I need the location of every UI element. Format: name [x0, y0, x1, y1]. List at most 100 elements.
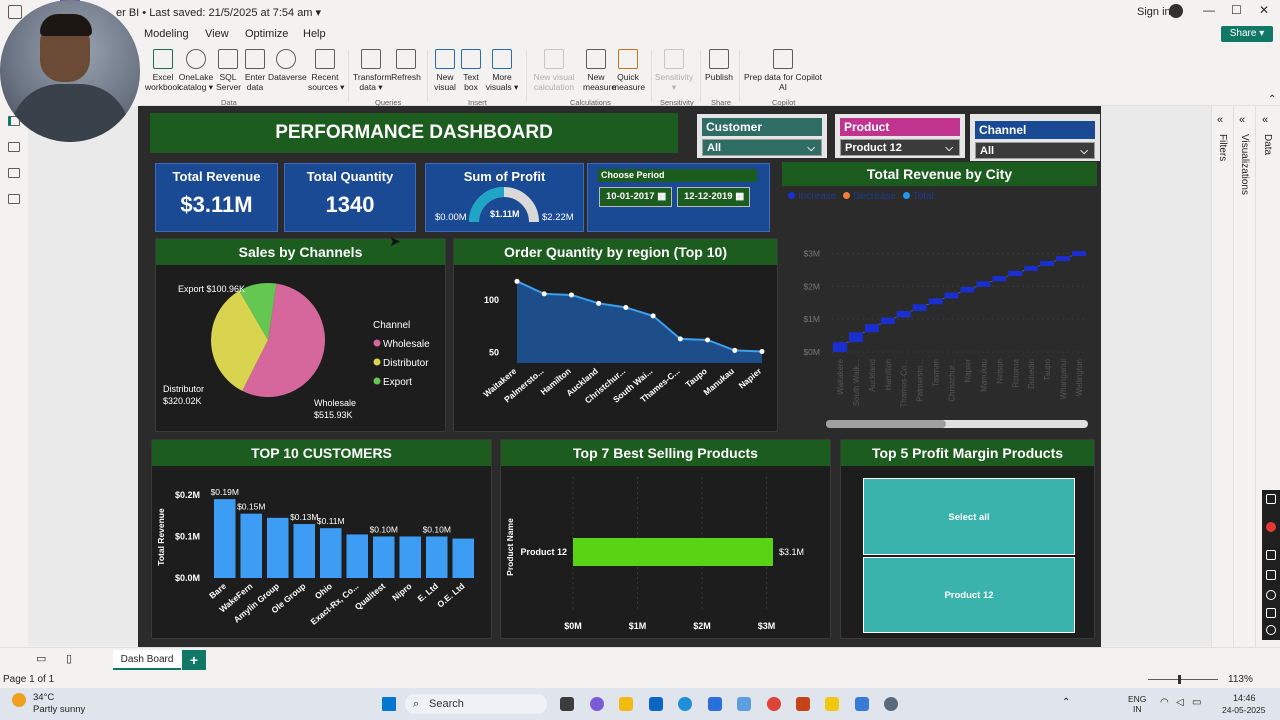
- clock-date[interactable]: 24-05-2025: [1222, 705, 1265, 715]
- microphone-icon[interactable]: [1266, 550, 1276, 560]
- add-page-button[interactable]: +: [182, 650, 206, 670]
- refresh-button[interactable]: Refresh: [391, 49, 421, 82]
- date-range-slicer[interactable]: Choose Period 10-01-2017 ▦ 12-12-2019 ▦: [587, 163, 770, 232]
- recent-sources-button[interactable]: Recent sources ▾: [308, 49, 344, 92]
- profit-gauge-card[interactable]: Sum of Profit $0.00M $1.11M $2.22M: [425, 163, 584, 232]
- chevron-up-icon[interactable]: ⌃: [1062, 697, 1070, 708]
- text-box-button[interactable]: Text box: [460, 49, 482, 92]
- more-visuals-button[interactable]: More visuals ▾: [485, 49, 519, 92]
- settings-icon[interactable]: [884, 697, 898, 711]
- publish-button[interactable]: Publish: [704, 49, 734, 82]
- expand-icon[interactable]: «: [1217, 114, 1223, 126]
- record-icon[interactable]: [1266, 522, 1276, 532]
- scrollbar-thumb[interactable]: [826, 420, 946, 428]
- menu-view[interactable]: View: [205, 28, 229, 40]
- top-customers-visual[interactable]: TOP 10 CUSTOMERS Total Revenue $0.2M $0.1M…: [151, 439, 492, 639]
- language-indicator[interactable]: ENG IN: [1128, 694, 1146, 714]
- camera-icon[interactable]: [1266, 494, 1276, 504]
- windows-start-icon[interactable]: [382, 697, 396, 711]
- sales-by-channels-visual[interactable]: Sales by Channels Wholesale $515.93K Distr…: [155, 238, 446, 432]
- onelake-catalog-button[interactable]: OneLake catalog ▾: [178, 49, 214, 92]
- order-quantity-visual[interactable]: Order Quantity by region (Top 10) 100 50 W…: [453, 238, 778, 432]
- model-view-icon[interactable]: [8, 168, 20, 178]
- menu-modeling[interactable]: Modeling: [144, 28, 189, 40]
- copilot-icon[interactable]: [590, 697, 604, 711]
- quick-measure-button[interactable]: Quick measure: [612, 49, 645, 92]
- visualizations-label[interactable]: Visualizations: [1239, 134, 1250, 195]
- data-label[interactable]: Data: [1262, 134, 1273, 155]
- speaker-icon[interactable]: [1266, 570, 1276, 580]
- wifi-icon[interactable]: ◠: [1160, 697, 1169, 708]
- table-view-icon[interactable]: [8, 142, 20, 152]
- mobile-layout-icon[interactable]: ▯: [66, 652, 72, 665]
- best-selling-products-visual[interactable]: Top 7 Best Selling Products Product Name…: [500, 439, 831, 639]
- excel-workbook-button[interactable]: Excel workbook: [145, 49, 181, 92]
- sensitivity-button[interactable]: Sensitivity ▾: [654, 49, 694, 92]
- weather-icon[interactable]: [12, 693, 26, 707]
- minimize-icon[interactable]: —: [1203, 3, 1215, 17]
- enter-data-button[interactable]: Enter data: [243, 49, 267, 92]
- prep-data-copilot-button[interactable]: Prep data for Copilot AI: [743, 49, 823, 92]
- task-view-icon[interactable]: [560, 697, 574, 711]
- customer-slicer[interactable]: Customer All ⌵: [697, 114, 827, 158]
- clock-time[interactable]: 14:46: [1233, 693, 1256, 703]
- end-date-input[interactable]: 12-12-2019 ▦: [677, 187, 750, 207]
- share-button[interactable]: Share ▾: [1221, 26, 1273, 42]
- zoom-slider[interactable]: [1148, 679, 1218, 680]
- file-explorer-icon[interactable]: [619, 697, 633, 711]
- taskbar-search[interactable]: ⌕ Search: [405, 694, 547, 714]
- filters-pane[interactable]: « Filters: [1211, 106, 1233, 647]
- snipping-tool-icon[interactable]: [737, 697, 751, 711]
- sign-in-button[interactable]: Sign in: [1137, 6, 1171, 18]
- user-icon[interactable]: [1169, 4, 1183, 18]
- zoom-slider-thumb[interactable]: [1178, 675, 1181, 684]
- menu-help[interactable]: Help: [303, 28, 326, 40]
- visualizations-pane[interactable]: « Visualizations: [1233, 106, 1255, 647]
- channel-slicer-dropdown[interactable]: All ⌵: [975, 142, 1095, 159]
- horizontal-scrollbar[interactable]: [826, 420, 1088, 428]
- store-icon[interactable]: [708, 697, 722, 711]
- weather-desc[interactable]: Partly sunny: [33, 704, 85, 715]
- desktop-layout-icon[interactable]: ▭: [36, 652, 46, 665]
- channel-slicer[interactable]: Channel All ⌵: [970, 114, 1100, 161]
- new-visual-calculation-button[interactable]: New visual calculation: [531, 49, 577, 92]
- expand-icon[interactable]: «: [1262, 114, 1268, 126]
- new-measure-button[interactable]: New measure: [583, 49, 616, 92]
- filters-label[interactable]: Filters: [1217, 134, 1228, 161]
- revenue-by-city-visual[interactable]: Total Revenue by City Increase Decrease …: [782, 162, 1097, 432]
- battery-icon[interactable]: ▭: [1192, 697, 1201, 708]
- outlook-icon[interactable]: [649, 697, 663, 711]
- menu-optimize[interactable]: Optimize: [245, 28, 288, 40]
- maximize-icon[interactable]: ☐: [1231, 3, 1242, 17]
- weather-temp[interactable]: 34°C: [33, 692, 54, 703]
- expand-icon[interactable]: «: [1239, 114, 1245, 126]
- product-12-tile[interactable]: Product 12: [863, 557, 1075, 633]
- zoom-level[interactable]: 113%: [1228, 674, 1253, 685]
- profit-margin-products-visual[interactable]: Top 5 Profit Margin Products Select all …: [840, 439, 1095, 639]
- gear-icon[interactable]: [1266, 625, 1276, 635]
- start-date-input[interactable]: 10-01-2017 ▦: [599, 187, 672, 207]
- last-saved-info[interactable]: er BI • Last saved: 21/5/2025 at 7:54 am…: [116, 6, 321, 19]
- tab-dash-board[interactable]: Dash Board: [113, 650, 181, 670]
- power-bi-icon[interactable]: [825, 697, 839, 711]
- total-quantity-card[interactable]: Total Quantity 1340: [284, 163, 416, 232]
- window-icon[interactable]: [1266, 608, 1276, 618]
- transform-data-button[interactable]: Transform data ▾: [353, 49, 391, 92]
- collapse-ribbon-icon[interactable]: ⌃: [1268, 94, 1276, 105]
- product-slicer[interactable]: Product Product 12 ⌵: [835, 114, 965, 158]
- dataverse-button[interactable]: Dataverse: [268, 49, 307, 82]
- close-icon[interactable]: ✕: [1259, 3, 1269, 17]
- customer-slicer-dropdown[interactable]: All ⌵: [702, 139, 822, 156]
- powerpoint-icon[interactable]: [796, 697, 810, 711]
- volume-icon[interactable]: ◁: [1176, 697, 1184, 708]
- total-revenue-card[interactable]: Total Revenue $3.11M: [155, 163, 278, 232]
- dax-query-view-icon[interactable]: [8, 194, 20, 204]
- chrome-icon[interactable]: [767, 697, 781, 711]
- recorder-app-icon[interactable]: [855, 697, 869, 711]
- new-visual-button[interactable]: New visual: [432, 49, 458, 92]
- select-all-tile[interactable]: Select all: [863, 478, 1075, 555]
- webcam-icon[interactable]: [1266, 590, 1276, 600]
- product-slicer-dropdown[interactable]: Product 12 ⌵: [840, 139, 960, 156]
- edge-icon[interactable]: [678, 697, 692, 711]
- sql-server-button[interactable]: SQL Server: [216, 49, 241, 92]
